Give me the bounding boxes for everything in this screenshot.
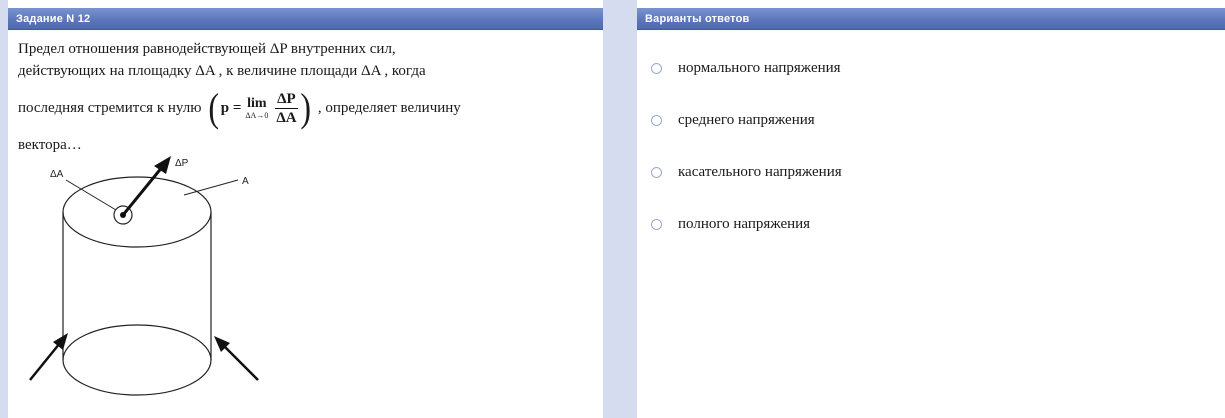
formula-fraction: ΔP ΔA bbox=[274, 90, 298, 127]
answer-option-4[interactable]: полного напряжения bbox=[651, 212, 1211, 236]
delta-p-arrow-head bbox=[154, 156, 171, 174]
question-line-1: Предел отношения равнодействующей ΔP вну… bbox=[18, 41, 396, 57]
formula-lim-word: lim bbox=[247, 95, 267, 111]
formula-lim-subscript: ΔA→0 bbox=[245, 110, 269, 120]
answer-option-label: среднего напряжения bbox=[678, 111, 815, 128]
cylinder-top-ellipse bbox=[62, 176, 212, 248]
formula-numerator: ΔP bbox=[275, 90, 298, 109]
formula-denominator: ΔA bbox=[276, 109, 297, 126]
answer-option-label: нормального напряжения bbox=[678, 59, 841, 76]
test-page: Задание N 12 Предел отношения равнодейст… bbox=[0, 0, 1225, 418]
answer-option-2[interactable]: среднего напряжения bbox=[651, 108, 1211, 132]
a-label: A bbox=[242, 176, 249, 187]
left-gutter bbox=[0, 0, 8, 418]
a-leader bbox=[183, 179, 239, 196]
limit-formula: ( p = lim ΔA→0 ΔP ΔA ) bbox=[207, 88, 311, 128]
answer-option-label: полного напряжения bbox=[678, 215, 811, 232]
answer-option-3[interactable]: касательного напряжения bbox=[651, 160, 1211, 184]
answers-panel-header: Варианты ответов bbox=[637, 8, 1225, 30]
question-panel: Задание N 12 Предел отношения равнодейст… bbox=[8, 0, 603, 418]
radio-button[interactable] bbox=[651, 218, 662, 230]
answer-option-label: касательного напряжения bbox=[678, 163, 842, 180]
radio-button[interactable] bbox=[651, 114, 662, 126]
formula-right-paren: ) bbox=[299, 85, 311, 130]
formula-lhs: p = bbox=[220, 100, 242, 116]
question-line-3-before: последняя стремится к нулю bbox=[18, 100, 202, 116]
question-line-3: последняя стремится к нулю ( p = lim ΔA→… bbox=[18, 82, 593, 134]
question-line-2: действующих на площадку ΔA , к величине … bbox=[18, 63, 426, 79]
middle-gutter bbox=[603, 0, 637, 418]
answer-option-1[interactable]: нормального напряжения bbox=[651, 56, 1211, 80]
left-force-arrow-shaft bbox=[29, 342, 61, 381]
radio-button[interactable] bbox=[651, 166, 662, 178]
question-panel-header: Задание N 12 bbox=[8, 8, 603, 30]
delta-p-arrow-shaft bbox=[121, 165, 165, 216]
formula-left-paren: ( bbox=[208, 85, 220, 130]
delta-a-label: ΔA bbox=[50, 169, 64, 180]
radio-button[interactable] bbox=[651, 62, 662, 74]
delta-p-label: ΔP bbox=[175, 158, 189, 169]
question-line-3-after: , определяет величину bbox=[317, 100, 461, 116]
answers-panel: Варианты ответов нормального напряжения … bbox=[637, 0, 1225, 418]
cylinder-figure: ΔA ΔP A bbox=[29, 156, 259, 396]
question-text: Предел отношения равнодействующей ΔP вну… bbox=[18, 38, 593, 156]
cylinder-bottom-ellipse bbox=[62, 324, 212, 396]
right-force-arrow-shaft bbox=[223, 345, 259, 381]
answer-options: нормального напряжения среднего напряжен… bbox=[651, 56, 1211, 264]
formula-limit: lim ΔA→0 bbox=[245, 95, 269, 120]
